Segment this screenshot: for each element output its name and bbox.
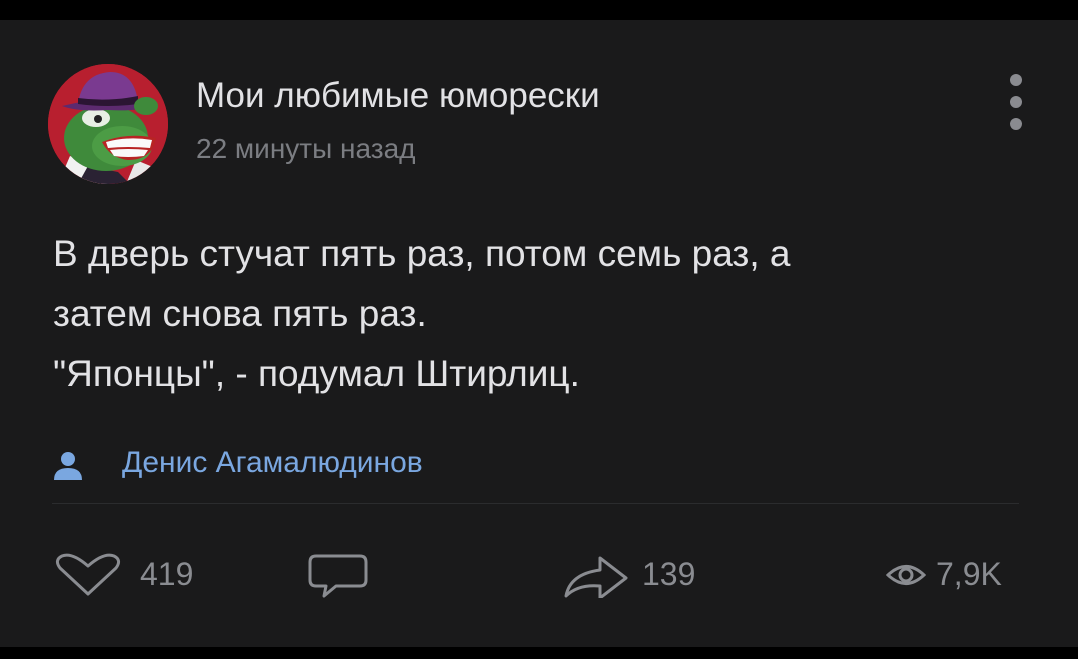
divider: [52, 503, 1019, 504]
bottom-bar: [0, 647, 1078, 659]
author-name: Денис Агамалюдинов: [122, 446, 423, 479]
like-count: 419: [140, 556, 194, 592]
post-text: В дверь стучат пять раз, потом семь раз,…: [53, 224, 791, 404]
frog-avatar-icon: [48, 64, 168, 184]
top-bar: [0, 0, 1078, 20]
post-card: Мои любимые юморески 22 минуты назад В д…: [0, 20, 1078, 647]
views-indicator: 7,9K: [886, 552, 1036, 598]
menu-dot-icon: [1010, 118, 1022, 130]
post-text-line: В дверь стучат пять раз, потом семь раз,…: [53, 233, 791, 274]
comment-icon: [308, 554, 368, 598]
menu-dot-icon: [1010, 74, 1022, 86]
post-menu-button[interactable]: [1000, 72, 1032, 136]
share-button[interactable]: 139: [560, 552, 720, 598]
person-icon: [54, 452, 82, 480]
post-timestamp: 22 минуты назад: [196, 133, 416, 164]
eye-icon: [886, 565, 926, 585]
channel-avatar[interactable]: [48, 64, 168, 184]
comment-button[interactable]: [306, 552, 376, 598]
channel-name[interactable]: Мои любимые юморески: [196, 76, 600, 116]
heart-icon: [55, 553, 121, 596]
post-text-line: "Японцы", - подумал Штирлиц.: [53, 353, 580, 394]
menu-dot-icon: [1010, 96, 1022, 108]
views-count: 7,9K: [936, 556, 1002, 592]
share-count: 139: [642, 556, 696, 592]
post-text-line: затем снова пять раз.: [53, 293, 427, 334]
share-icon: [564, 556, 628, 598]
like-button[interactable]: 419: [52, 552, 212, 598]
